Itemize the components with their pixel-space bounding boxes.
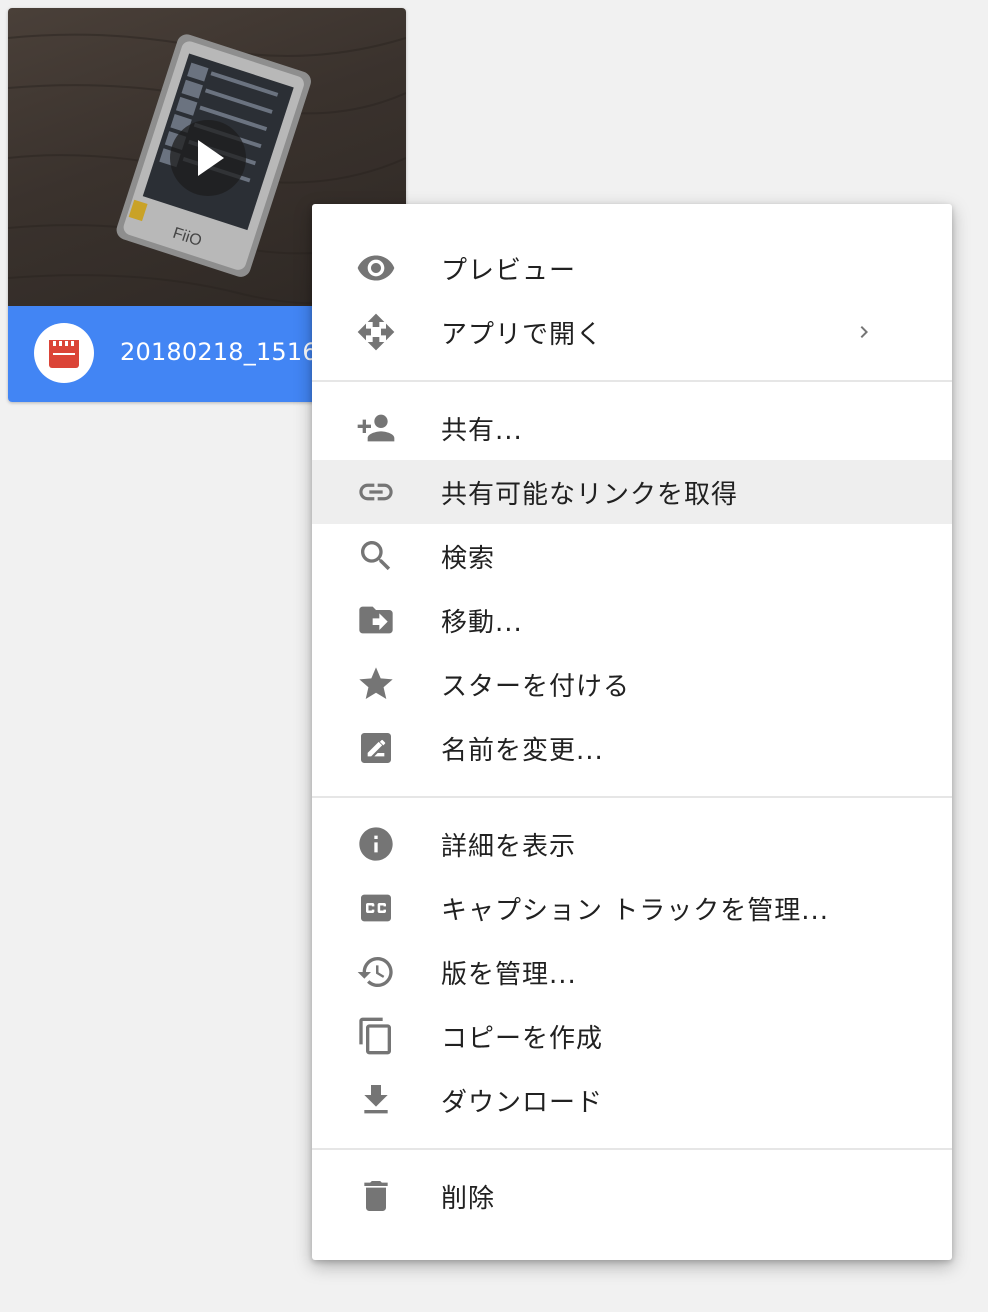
menu-item-versions[interactable]: 版を管理...: [312, 940, 952, 1004]
menu-group-manage: 詳細を表示 キャプション トラックを管理... 版を管理... コピーを作成 ダ…: [312, 798, 952, 1148]
menu-item-delete[interactable]: 削除: [312, 1164, 952, 1228]
menu-item-get-link[interactable]: 共有可能なリンクを取得: [312, 460, 952, 524]
menu-item-star[interactable]: スターを付ける: [312, 652, 952, 716]
menu-item-captions[interactable]: キャプション トラックを管理...: [312, 876, 952, 940]
video-file-icon: [49, 340, 79, 368]
menu-label-move: 移動...: [441, 607, 523, 638]
menu-label-star: スターを付ける: [441, 671, 631, 702]
person-add-icon: [356, 408, 396, 448]
menu-label-share: 共有...: [441, 415, 523, 446]
menu-item-copy[interactable]: コピーを作成: [312, 1004, 952, 1068]
menu-item-share[interactable]: 共有...: [312, 396, 952, 460]
play-icon: [170, 120, 246, 196]
menu-group-open: プレビュー アプリで開く: [312, 204, 952, 380]
menu-item-rename[interactable]: 名前を変更...: [312, 716, 952, 780]
trash-icon: [356, 1176, 396, 1216]
menu-label-rename: 名前を変更...: [441, 735, 604, 766]
info-icon: [356, 824, 396, 864]
menu-item-search[interactable]: 検索: [312, 524, 952, 588]
menu-label-captions: キャプション トラックを管理...: [441, 895, 830, 926]
menu-label-copy: コピーを作成: [441, 1023, 604, 1054]
menu-group-actions: 共有... 共有可能なリンクを取得 検索 移動... スターを付ける 名前を変更…: [312, 382, 952, 796]
menu-label-details: 詳細を表示: [441, 831, 577, 862]
menu-label-download: ダウンロード: [441, 1087, 604, 1118]
rename-icon: [356, 728, 396, 768]
menu-group-delete: 削除: [312, 1150, 952, 1244]
eye-icon: [356, 248, 396, 288]
menu-label-search: 検索: [441, 543, 496, 574]
menu-item-open-with[interactable]: アプリで開く: [312, 300, 952, 364]
star-icon: [356, 664, 396, 704]
history-icon: [356, 952, 396, 992]
open-with-icon: [356, 312, 396, 352]
menu-label-versions: 版を管理...: [441, 959, 577, 990]
chevron-right-icon: [852, 320, 876, 344]
menu-label-delete: 削除: [441, 1183, 496, 1214]
copy-icon: [356, 1016, 396, 1056]
link-icon: [356, 472, 396, 512]
menu-item-details[interactable]: 詳細を表示: [312, 812, 952, 876]
context-menu: プレビュー アプリで開く 共有... 共有可能なリンクを取得 検索 移動... …: [312, 204, 952, 1260]
menu-label-open-with: アプリで開く: [441, 319, 604, 350]
menu-label-get-link: 共有可能なリンクを取得: [441, 479, 739, 510]
closed-caption-icon: [356, 888, 396, 928]
move-to-folder-icon: [356, 600, 396, 640]
menu-item-preview[interactable]: プレビュー: [312, 236, 952, 300]
menu-item-move[interactable]: 移動...: [312, 588, 952, 652]
download-icon: [356, 1080, 396, 1120]
search-icon: [356, 536, 396, 576]
menu-label-preview: プレビュー: [441, 255, 577, 286]
file-type-badge: [34, 323, 94, 383]
menu-item-download[interactable]: ダウンロード: [312, 1068, 952, 1132]
file-name: 20180218_15161: [120, 338, 334, 366]
